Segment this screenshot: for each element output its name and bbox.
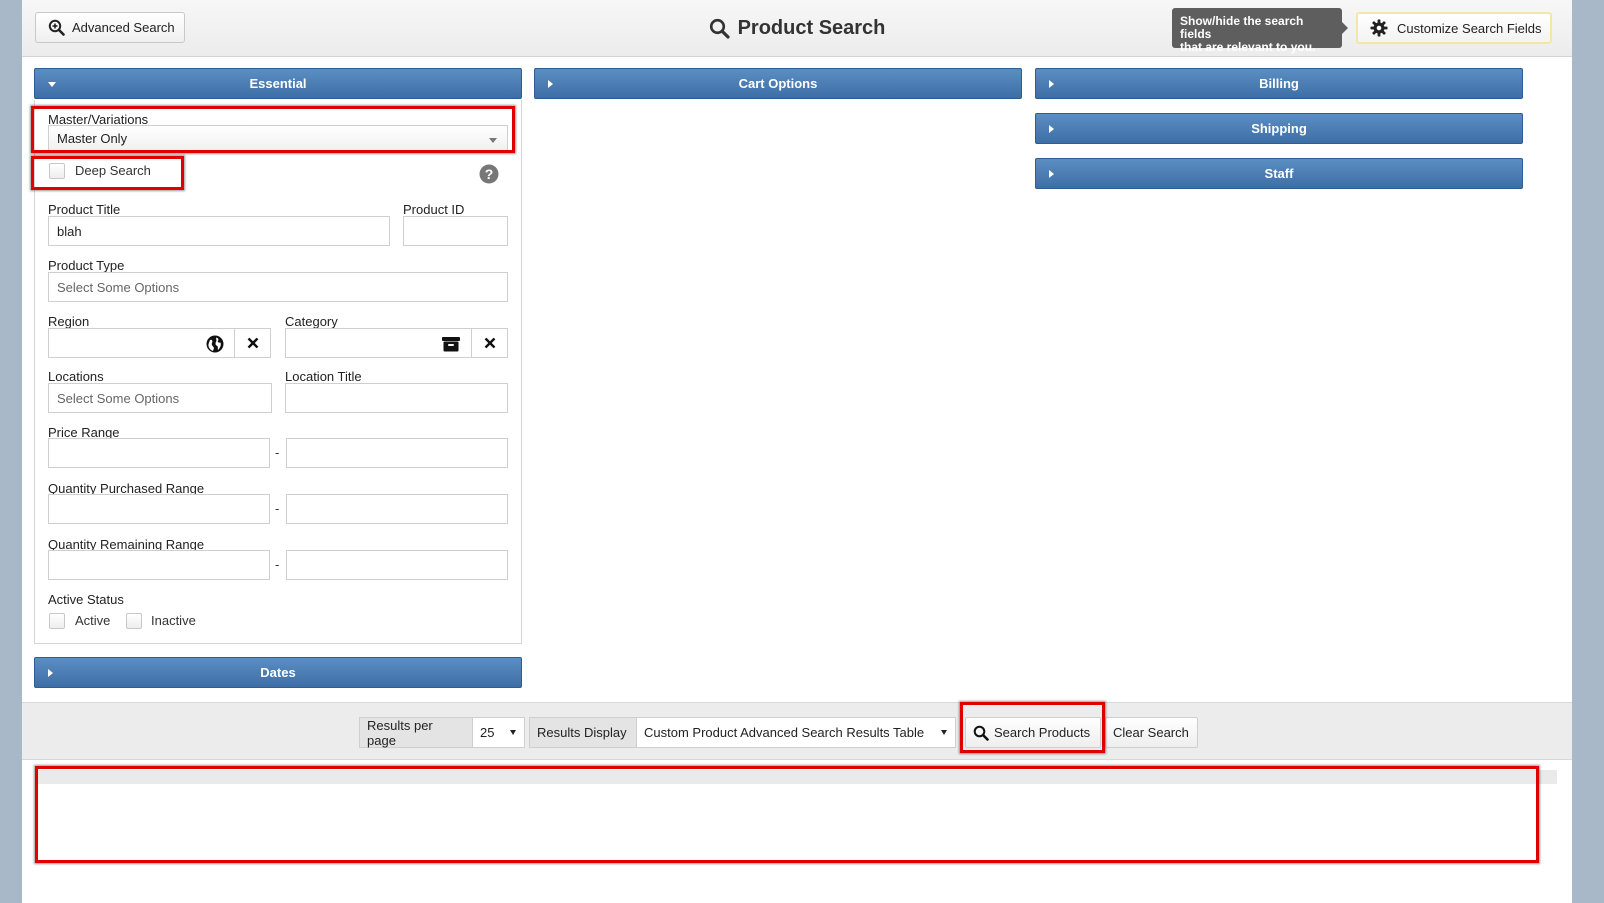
section-dates-header[interactable]: Dates xyxy=(34,657,522,688)
product-type-multiselect[interactable]: Select Some Options xyxy=(48,272,508,302)
qty-purchased-min-input[interactable] xyxy=(48,494,270,524)
results-per-page-text: Results per page xyxy=(367,717,433,748)
chevron-right-icon xyxy=(48,669,53,677)
section-staff-header[interactable]: Staff xyxy=(1035,158,1523,189)
active-status-label: Active Status xyxy=(48,592,124,607)
section-dates-label: Dates xyxy=(260,665,296,680)
product-title-label: Product Title xyxy=(48,202,121,217)
search-icon xyxy=(709,18,730,39)
chevron-right-icon xyxy=(1049,80,1054,88)
qty-purchased-max-input[interactable] xyxy=(286,494,508,524)
results-header xyxy=(37,770,1557,784)
range-separator: - xyxy=(275,501,280,516)
section-shipping-label: Shipping xyxy=(1251,121,1307,136)
chevron-right-icon xyxy=(1049,125,1054,133)
section-billing-label: Billing xyxy=(1259,76,1299,91)
chevron-right-icon xyxy=(548,80,553,88)
advanced-search-button[interactable]: Advanced Search xyxy=(35,12,185,43)
globe-icon[interactable] xyxy=(206,335,224,353)
master-variations-select[interactable]: Master Only xyxy=(48,125,508,151)
product-title-input[interactable]: blah xyxy=(48,216,390,246)
close-icon xyxy=(484,337,495,349)
location-title-input[interactable] xyxy=(285,383,508,413)
results-display-select[interactable]: Custom Product Advanced Search Results T… xyxy=(636,717,956,748)
results-display-label: Results Display xyxy=(529,717,637,748)
close-icon xyxy=(247,337,258,349)
range-separator: - xyxy=(275,445,280,460)
section-staff-label: Staff xyxy=(1264,166,1294,181)
deep-search-checkbox[interactable] xyxy=(49,163,65,179)
region-label: Region xyxy=(48,314,90,329)
chevron-down-icon xyxy=(48,82,56,87)
help-icon[interactable]: ? xyxy=(479,164,499,184)
results-area xyxy=(22,770,1572,888)
page-title-text: Product Search xyxy=(737,16,886,39)
search-products-label: Search Products xyxy=(994,725,1091,740)
results-per-page-label: Results per page xyxy=(359,717,473,748)
product-id-label: Product ID xyxy=(403,202,465,217)
customize-tooltip: Show/hide the search fields that are rel… xyxy=(1172,8,1348,54)
range-separator: - xyxy=(275,557,280,572)
search-plus-icon xyxy=(48,19,65,36)
inactive-checkbox[interactable] xyxy=(126,613,142,629)
qty-remaining-min-input[interactable] xyxy=(48,550,270,580)
inactive-label: Inactive xyxy=(151,613,196,628)
tooltip-line-2: that are relevant to you. xyxy=(1180,40,1316,54)
results-per-page-select[interactable]: 25 xyxy=(472,717,525,748)
product-title-value: blah xyxy=(57,223,82,239)
section-billing-header[interactable]: Billing xyxy=(1035,68,1523,99)
active-label: Active xyxy=(75,613,111,628)
svg-text:?: ? xyxy=(485,166,494,182)
clear-search-label: Clear Search xyxy=(1113,725,1189,740)
chevron-down-icon xyxy=(489,138,497,143)
deep-search-label: Deep Search xyxy=(75,163,151,178)
active-checkbox[interactable] xyxy=(49,613,65,629)
locations-placeholder: Select Some Options xyxy=(57,390,180,406)
product-type-label: Product Type xyxy=(48,258,125,273)
results-display-value: Custom Product Advanced Search Results T… xyxy=(644,725,925,740)
product-id-input[interactable] xyxy=(403,216,508,246)
qty-remaining-max-input[interactable] xyxy=(286,550,508,580)
chevron-down-icon xyxy=(510,730,516,735)
category-clear-button[interactable] xyxy=(471,328,508,358)
section-essential-label: Essential xyxy=(249,76,307,91)
region-input[interactable] xyxy=(48,328,235,358)
section-shipping-header[interactable]: Shipping xyxy=(1035,113,1523,144)
product-type-placeholder: Select Some Options xyxy=(57,279,180,295)
locations-multiselect[interactable]: Select Some Options xyxy=(48,383,272,413)
gear-icon xyxy=(1370,19,1388,37)
chevron-down-icon xyxy=(941,730,947,735)
category-label: Category xyxy=(285,314,338,329)
search-icon xyxy=(973,725,989,741)
advanced-search-label: Advanced Search xyxy=(72,20,175,35)
essential-panel: Master/Variations Master Only Deep Searc… xyxy=(34,100,522,644)
location-title-label: Location Title xyxy=(285,369,362,384)
price-range-max-input[interactable] xyxy=(286,438,508,468)
header: Advanced Search Product Search Show/hide… xyxy=(22,0,1572,57)
price-range-min-input[interactable] xyxy=(48,438,270,468)
tooltip-line-1: Show/hide the search fields xyxy=(1180,14,1304,41)
section-essential-header[interactable]: Essential xyxy=(34,68,522,99)
chevron-right-icon xyxy=(1049,170,1054,178)
customize-label: Customize Search Fields xyxy=(1397,20,1542,36)
master-variations-value: Master Only xyxy=(57,130,128,146)
locations-label: Locations xyxy=(48,369,104,384)
search-toolbar: Results per page 25 Results Display Cust… xyxy=(22,702,1572,760)
page: Advanced Search Product Search Show/hide… xyxy=(22,0,1572,903)
results-display-text: Results Display xyxy=(537,725,627,740)
section-cart-options-header[interactable]: Cart Options xyxy=(534,68,1022,99)
section-cart-options-label: Cart Options xyxy=(738,76,818,91)
search-products-button[interactable]: Search Products xyxy=(965,717,1101,748)
clear-search-button[interactable]: Clear Search xyxy=(1105,717,1198,748)
results-per-page-value: 25 xyxy=(480,725,495,740)
category-input[interactable] xyxy=(285,328,472,358)
customize-search-fields-button[interactable]: Customize Search Fields xyxy=(1356,12,1552,44)
region-clear-button[interactable] xyxy=(234,328,271,358)
archive-icon[interactable] xyxy=(441,336,461,352)
